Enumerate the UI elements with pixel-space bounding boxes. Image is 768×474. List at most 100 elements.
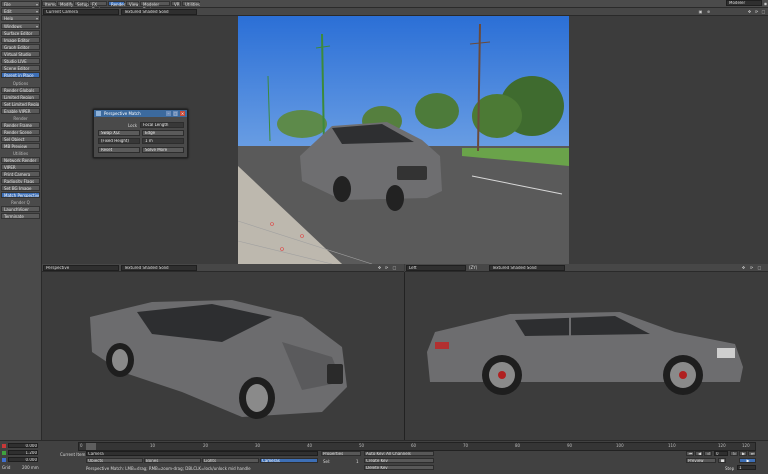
tab-items[interactable]: Items [42, 1, 56, 7]
move-view-icon[interactable]: ✥ [377, 265, 382, 270]
minimize-icon[interactable]: – [166, 111, 171, 116]
network-render-button[interactable]: Network Render [1, 157, 40, 163]
dialog-title: Perspective Match [104, 111, 141, 116]
set-limited-region-button[interactable]: Set Limited Region [1, 101, 40, 107]
render-globals-button[interactable]: Render Globals [1, 87, 40, 93]
auto-key-toggle[interactable]: Auto Key: All Channels [364, 451, 434, 456]
windows-menu-button[interactable]: Windows ▾ [1, 23, 40, 29]
modeler-dropdown[interactable]: Modeler [726, 0, 762, 6]
radiosity-flags-button[interactable]: Radiosity Flags [1, 178, 40, 184]
tab-modify[interactable]: Modify [57, 1, 73, 7]
left-viewport[interactable] [405, 272, 768, 440]
tab-view[interactable]: View [126, 1, 139, 7]
perspective-view-dropdown[interactable]: Perspective [43, 265, 119, 271]
tab-utilities[interactable]: Utilities [182, 1, 200, 7]
tab-cameras[interactable]: Cameras [260, 458, 318, 463]
set-bg-image-button[interactable]: Set BG Image [1, 185, 40, 191]
menu-tab-bar: Items Modify Setup FX Tools Render View … [42, 0, 768, 12]
image-editor-button[interactable]: Image Editor [1, 37, 40, 43]
first-frame-icon[interactable]: ⏮ [686, 451, 694, 456]
zoom-icon[interactable]: ⊕ [706, 9, 711, 14]
dialog-titlebar[interactable]: Perspective Match – □ × [94, 110, 187, 117]
move-view-icon[interactable]: ✥ [747, 9, 752, 14]
print-camera-button[interactable]: Print Camera [1, 171, 40, 177]
move-view-icon[interactable]: ✥ [741, 265, 746, 270]
frame-slider-handle[interactable] [86, 443, 96, 450]
maximize-icon[interactable]: □ [173, 111, 178, 116]
virtual-studio-button[interactable]: Virtual Studio [1, 51, 40, 57]
render-heading: Render [13, 116, 28, 121]
hub-icon[interactable]: ◉ [763, 1, 768, 6]
frame-ruler[interactable] [78, 442, 756, 451]
step-field[interactable]: 1 [737, 465, 756, 470]
current-item-dropdown[interactable]: Camera [86, 451, 318, 456]
tab-bones[interactable]: Bones [144, 458, 201, 463]
side-car-render [427, 312, 743, 395]
viper-button[interactable]: VIPER [1, 164, 40, 170]
frame-tick: 40 [307, 443, 313, 448]
maximize-icon[interactable]: □ [392, 265, 397, 270]
create-key-button[interactable]: Create Key [364, 458, 434, 463]
next-frame-icon[interactable]: ▷ [730, 451, 738, 456]
perspective-viewport[interactable] [42, 272, 405, 440]
maximize-icon[interactable]: □ [757, 265, 762, 270]
position-x-field[interactable]: 0.000 [8, 443, 38, 448]
height-field[interactable]: 1 m [142, 138, 184, 144]
help-menu-button[interactable]: Help ▾ [1, 15, 40, 21]
prev-frame-icon[interactable]: ◁ [704, 451, 712, 456]
play-icon[interactable]: ▶ [739, 451, 747, 456]
render-frame-button[interactable]: Render Frame [1, 122, 40, 128]
mode-dropdown[interactable]: (Fixed Height) [98, 138, 140, 144]
perspective-shading-dropdown[interactable]: Textured Shaded Solid [121, 265, 197, 271]
rotate-view-icon[interactable]: ⟳ [754, 9, 759, 14]
camera-icon[interactable]: ▣ [698, 9, 703, 14]
maximize-icon[interactable]: □ [761, 9, 766, 14]
limited-region-button[interactable]: Limited Region [1, 94, 40, 100]
preview-dropdown[interactable]: Preview [686, 458, 716, 463]
scene-editor-button[interactable]: Scene Editor [1, 65, 40, 71]
studio-live-button[interactable]: Studio LIVE [1, 58, 40, 64]
prev-key-icon[interactable]: ◀ [695, 451, 703, 456]
lock-dropdown[interactable]: Focal Length [140, 122, 184, 128]
solve-more-button[interactable]: Solve More [142, 147, 184, 153]
render-scene-button[interactable]: Render Scene [1, 129, 40, 135]
close-icon[interactable]: × [180, 111, 185, 116]
axis-label: (ZY) [469, 265, 478, 270]
stop-icon[interactable]: ■ [718, 458, 726, 463]
tab-setup[interactable]: Setup [74, 1, 89, 7]
tab-vr[interactable]: VR [171, 1, 181, 7]
tab-fx-tools[interactable]: FX Tools [89, 1, 107, 12]
delete-key-button[interactable]: Delete Key [364, 465, 434, 470]
file-menu-button[interactable]: File ▾ [1, 1, 40, 7]
play-forward-icon[interactable]: ▶ [739, 458, 756, 463]
enable-viper-button[interactable]: Enable VIPER [1, 108, 40, 114]
left-view-dropdown[interactable]: Left [406, 265, 466, 271]
surface-editor-button[interactable]: Surface Editor [1, 30, 40, 36]
left-shading-dropdown[interactable]: Textured Shaded Solid [489, 265, 565, 271]
rotate-view-icon[interactable]: ⟳ [749, 265, 754, 270]
reset-button[interactable]: Reset [98, 147, 140, 153]
swap-xz-button[interactable]: Swap X/Z [98, 130, 140, 136]
tab-lights[interactable]: Lights [202, 458, 259, 463]
tab-render[interactable]: Render [108, 1, 125, 7]
rotate-view-icon[interactable]: ⟳ [384, 265, 389, 270]
terminate-button[interactable]: Terminate [1, 213, 40, 219]
tab-modeler-tools[interactable]: Modeler Tools [140, 1, 170, 12]
current-frame-field[interactable]: 0 [714, 451, 728, 456]
edit-menu-button[interactable]: Edit ▾ [1, 8, 40, 14]
edge-button[interactable]: Edge [142, 130, 184, 136]
sel-object-button[interactable]: Sel Object [1, 136, 40, 142]
top-shading-dropdown[interactable]: Textured Shaded Solid [121, 9, 197, 15]
graph-editor-button[interactable]: Graph Editor [1, 44, 40, 50]
mb-preview-button[interactable]: MB Preview [1, 143, 40, 149]
match-perspective-button[interactable]: Match Perspective [1, 192, 40, 198]
edit-label: Edit [4, 9, 12, 14]
position-z-field[interactable]: 0.000 [8, 457, 38, 462]
properties-button[interactable]: Properties [321, 451, 361, 456]
parent-in-place-button[interactable]: Parent in Place [1, 72, 40, 78]
tab-objects[interactable]: Objects [86, 458, 143, 463]
top-view-type-dropdown[interactable]: Current Camera [43, 9, 119, 15]
last-frame-icon[interactable]: ⏭ [748, 451, 756, 456]
launch-viper-button[interactable]: LaunchViper [1, 206, 40, 212]
position-y-field[interactable]: 1.200 [8, 450, 38, 455]
